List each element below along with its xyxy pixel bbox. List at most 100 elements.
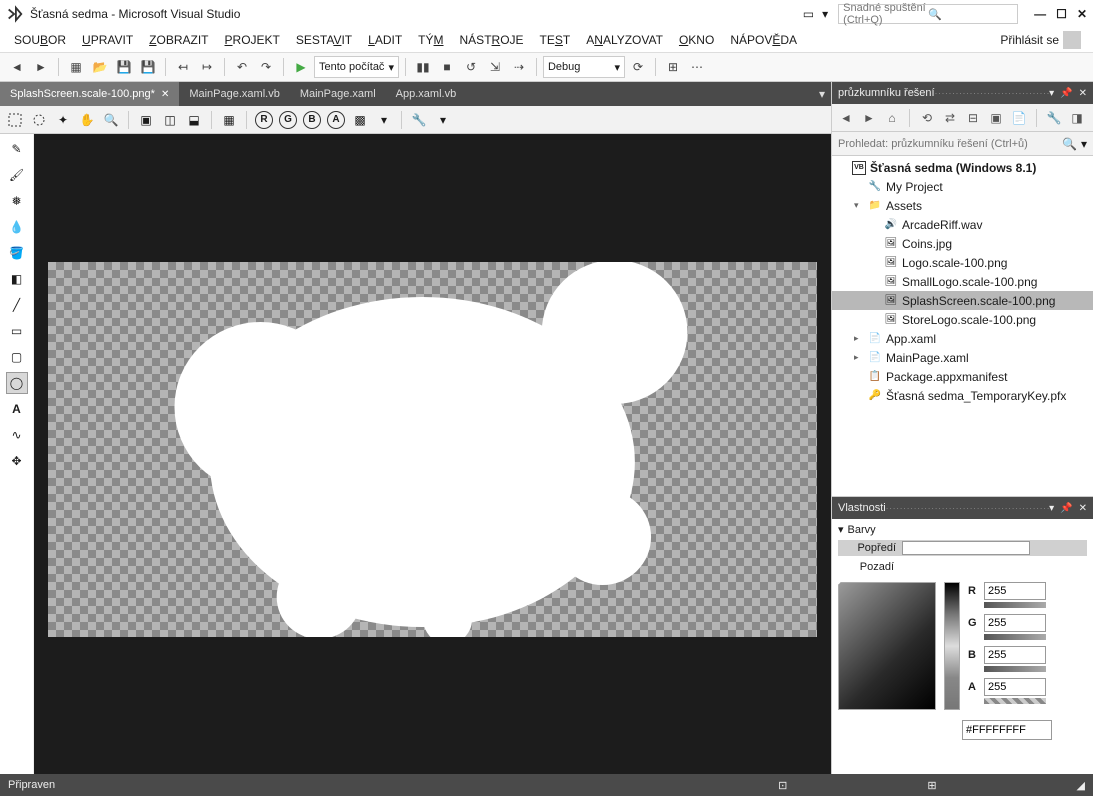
pin-icon[interactable]: 📌 [1060,503,1072,514]
indent-left-button[interactable]: ↤ [172,56,194,78]
channel-r-button[interactable]: R [253,109,275,131]
config-dropdown[interactable]: Debug▾ [543,56,625,78]
quick-launch[interactable]: Snadné spuštění (Ctrl+Q) 🔍 [838,4,1018,24]
menu-test[interactable]: TEST [532,31,579,49]
b-input[interactable] [984,646,1046,664]
tree-item[interactable]: ▸📄MainPage.xaml [832,348,1093,367]
brush-tool[interactable]: 🖌 [6,164,28,186]
sync-icon[interactable]: ⟲ [917,108,937,128]
notifications-icon[interactable]: ▭ [803,7,814,21]
tree-item[interactable]: 🖼SplashScreen.scale-100.png [832,291,1093,310]
hue-slider[interactable] [944,582,960,710]
eyedropper-tool[interactable]: 💧 [6,216,28,238]
menu-zobrazit[interactable]: ZOBRAZIT [141,31,216,49]
spray-tool[interactable]: ❅ [6,190,28,212]
actual-size-icon[interactable]: ▣ [135,109,157,131]
properties-header[interactable]: Vlastnosti ∙∙∙∙∙∙∙∙∙∙∙∙∙∙∙∙∙∙∙∙∙∙∙∙∙∙∙∙∙… [832,497,1093,519]
close-tab-icon[interactable]: ✕ [161,89,169,100]
channel-g-button[interactable]: G [277,109,299,131]
refresh-button[interactable]: ⟳ [627,56,649,78]
tabs-overflow-button[interactable]: ▾ [819,87,831,101]
hex-input[interactable] [962,720,1052,740]
more-icon[interactable]: ▾ [432,109,454,131]
nav-back-button[interactable]: ◄ [6,56,28,78]
tree-item[interactable]: 🔑Šťasná sedma_TemporaryKey.pfx [832,386,1093,405]
magic-wand-icon[interactable]: ✦ [52,109,74,131]
show-all-icon[interactable]: ▣ [986,108,1006,128]
home-icon[interactable]: ⌂ [882,108,902,128]
menu-sestavit[interactable]: SESTAVIT [288,31,360,49]
tree-item[interactable]: 🖼StoreLogo.scale-100.png [832,310,1093,329]
background-swatch[interactable] [900,560,1028,574]
select-rect-icon[interactable] [4,109,26,131]
wrench-icon[interactable]: 🔧 [408,109,430,131]
sign-in-link[interactable]: Přihlásit se [1000,33,1059,47]
pin-icon[interactable]: 📌 [1060,88,1072,99]
nav-fwd-button[interactable]: ► [30,56,52,78]
menu-nápověda[interactable]: NÁPOVĚDA [722,31,805,49]
pause-button[interactable]: ▮▮ [412,56,434,78]
feedback-icon[interactable]: ▾ [822,7,828,21]
tab-app-xaml-vb[interactable]: App.xaml.vb [386,82,467,106]
back-icon[interactable]: ◄ [836,108,856,128]
checker-icon[interactable]: ▩ [349,109,371,131]
text-tool[interactable]: A [6,398,28,420]
close-button[interactable]: ✕ [1077,7,1087,21]
menu-ladit[interactable]: LADIT [360,31,410,49]
tree-item[interactable]: ▾📁Assets [832,196,1093,215]
overflow-button[interactable]: ⋯ [686,56,708,78]
step-button[interactable]: ⇲ [484,56,506,78]
avatar-icon[interactable] [1063,31,1081,49]
undo-button[interactable]: ↶ [231,56,253,78]
tab-mainpage-xaml[interactable]: MainPage.xaml [290,82,386,106]
line-tool[interactable]: ╱ [6,294,28,316]
select-lasso-icon[interactable] [28,109,50,131]
stop-button[interactable]: ■ [436,56,458,78]
minimize-button[interactable]: — [1034,7,1046,21]
color-field[interactable] [838,582,936,710]
solution-explorer-search[interactable]: 🔍 ▾ [832,132,1093,156]
pencil-tool[interactable]: ✎ [6,138,28,160]
grid-icon[interactable]: ▦ [218,109,240,131]
a-input[interactable] [984,678,1046,696]
rectangle-tool[interactable]: ▭ [6,320,28,342]
menu-tým[interactable]: TÝM [410,31,451,49]
step-over-button[interactable]: ⇢ [508,56,530,78]
curve-tool[interactable]: ∿ [6,424,28,446]
menu-nástroje[interactable]: NÁSTROJE [452,31,532,49]
tree-item[interactable]: ▸📄App.xaml [832,329,1093,348]
fwd-icon[interactable]: ► [859,108,879,128]
image-canvas[interactable] [34,134,831,774]
close-panel-icon[interactable]: ✕ [1079,88,1087,99]
move-tool[interactable]: ✥ [6,450,28,472]
open-button[interactable]: 📂 [89,56,111,78]
ellipse-tool[interactable]: ◯ [6,372,28,394]
run-target-dropdown[interactable]: Tento počítač▾ [314,56,399,78]
view-icon[interactable]: ◨ [1067,108,1087,128]
solution-search-input[interactable] [838,138,1062,150]
redo-button[interactable]: ↷ [255,56,277,78]
menu-upravit[interactable]: UPRAVIT [74,31,141,49]
g-input[interactable] [984,614,1046,632]
preview-icon[interactable]: 🔧 [1044,108,1064,128]
new-project-button[interactable]: ▦ [65,56,87,78]
solution-explorer-header[interactable]: průzkumníku řešení ∙∙∙∙∙∙∙∙∙∙∙∙∙∙∙∙∙∙∙∙∙… [832,82,1093,104]
hand-icon[interactable]: ✋ [76,109,98,131]
layout-button[interactable]: ⊞ [662,56,684,78]
background-row[interactable]: Pozadí [838,560,1087,574]
fit-icon[interactable]: ◫ [159,109,181,131]
indent-right-button[interactable]: ↦ [196,56,218,78]
properties-icon[interactable]: 📄 [1009,108,1029,128]
r-input[interactable] [984,582,1046,600]
maximize-button[interactable]: ☐ [1056,7,1067,21]
resize-grip-icon[interactable]: ◢ [1077,779,1085,792]
rounded-rect-tool[interactable]: ▢ [6,346,28,368]
tree-item[interactable]: 🖼SmallLogo.scale-100.png [832,272,1093,291]
fit-width-icon[interactable]: ⬓ [183,109,205,131]
eraser-tool[interactable]: ◧ [6,268,28,290]
collapse-icon[interactable]: ⊟ [963,108,983,128]
channel-b-button[interactable]: B [301,109,323,131]
menu-okno[interactable]: OKNO [671,31,722,49]
run-button[interactable]: ▶ [290,56,312,78]
tab-splashscreen-scale-100-png-[interactable]: SplashScreen.scale-100.png*✕ [0,82,179,106]
